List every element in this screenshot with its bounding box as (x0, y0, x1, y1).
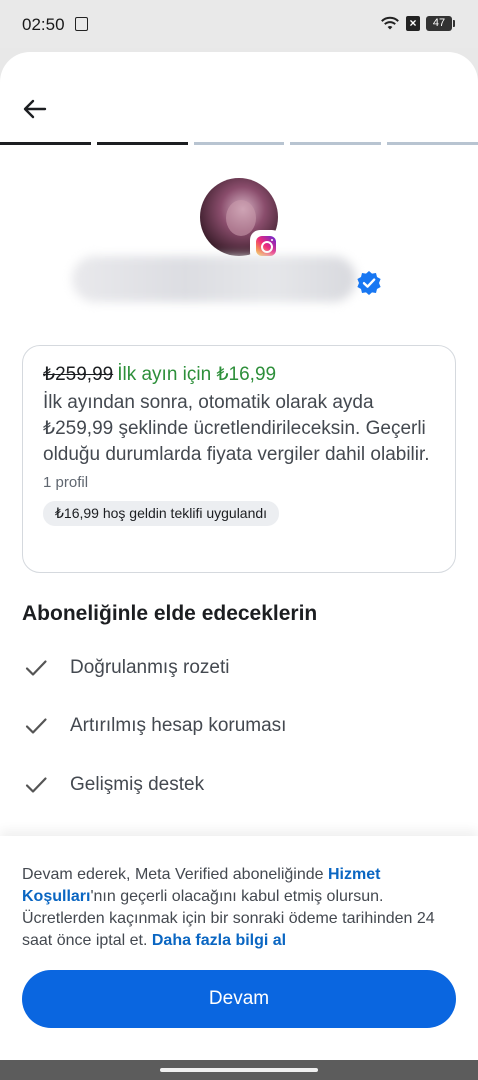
progress-step (290, 142, 382, 145)
terms-text: Devam ederek, Meta Verified aboneliğinde… (22, 864, 458, 952)
home-gesture-handle[interactable] (160, 1068, 318, 1072)
profile-count: 1 profil (43, 474, 89, 491)
continue-button[interactable]: Devam (22, 970, 456, 1028)
benefit-label: Artırılmış hesap koruması (70, 715, 287, 736)
benefits-title: Aboneliğinle elde edeceklerin (22, 602, 318, 625)
battery-icon: 47 (426, 15, 455, 31)
benefit-label: Gelişmiş destek (70, 774, 205, 795)
screen-record-icon (75, 17, 88, 31)
profile-name-blurred (72, 256, 356, 302)
footer: Devam ederek, Meta Verified aboneliğinde… (0, 836, 478, 1060)
check-icon (25, 660, 47, 676)
terms-part1: Devam ederek, Meta Verified aboneliğinde (22, 866, 328, 883)
offer-description: İlk ayından sonra, otomatik olarak ayda … (43, 392, 430, 465)
arrow-left-icon (23, 99, 47, 119)
status-time: 02:50 (22, 15, 65, 34)
benefit-item: Artırılmış hesap koruması (24, 714, 286, 738)
progress-step (193, 142, 285, 145)
subscription-sheet: ₺259,99 İlk ayın için ₺16,99 İlk ayından … (0, 52, 478, 1060)
progress-step (387, 142, 478, 145)
status-bar: 02:50 × 47 (0, 0, 478, 48)
price-line: ₺259,99 İlk ayın için ₺16,99 (43, 362, 435, 388)
check-icon (25, 718, 47, 734)
verified-badge-icon (357, 271, 381, 295)
wifi-icon (381, 16, 399, 30)
back-button[interactable] (18, 94, 52, 124)
progress-step (96, 142, 188, 145)
benefit-item: Gelişmiş destek (24, 773, 204, 797)
promo-price: İlk ayın için ₺16,99 (117, 364, 277, 385)
no-sim-icon: × (406, 15, 420, 31)
step-progress (0, 142, 478, 146)
benefit-item: Doğrulanmış rozeti (24, 656, 229, 680)
welcome-offer-chip: ₺16,99 hoş geldin teklifi uygulandı (43, 501, 280, 526)
status-icons: × 47 (380, 15, 455, 31)
offer-card: ₺259,99 İlk ayın için ₺16,99 İlk ayından … (22, 345, 456, 573)
progress-step (0, 142, 91, 145)
old-price: ₺259,99 (43, 364, 114, 385)
check-icon (25, 777, 47, 793)
system-nav-bar (0, 1060, 478, 1080)
learn-more-link[interactable]: Daha fazla bilgi al (152, 932, 286, 949)
benefit-label: Doğrulanmış rozeti (70, 657, 230, 678)
